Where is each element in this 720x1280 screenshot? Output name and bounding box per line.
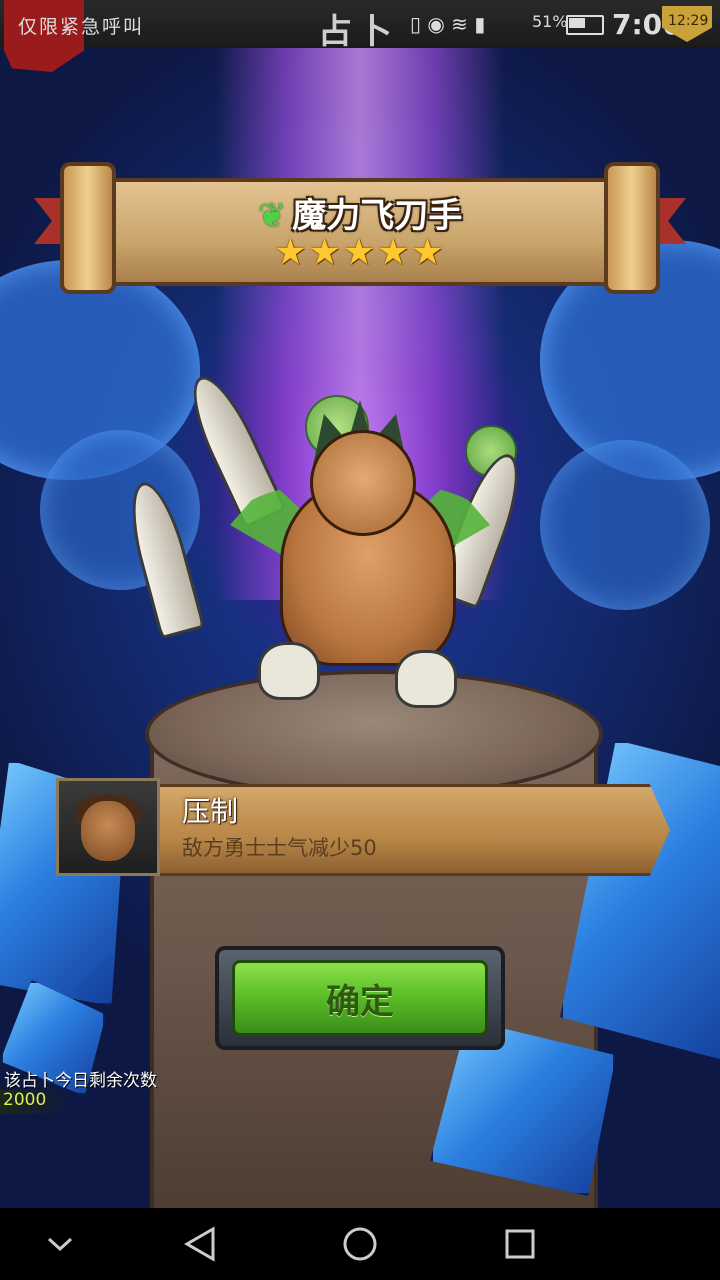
status-icons: ▯ ◉ ≋ ▮	[410, 12, 486, 36]
skill-panel: 压制 敌方勇士士气减少50	[56, 778, 670, 878]
confirm-button[interactable]: 确定	[232, 960, 488, 1036]
hero-name: 魔力飞刀手	[292, 196, 463, 236]
remaining-count-value: 2000	[0, 1090, 73, 1114]
skill-portrait	[56, 778, 160, 876]
cloud-mid-right	[540, 440, 710, 610]
home-button[interactable]	[320, 1208, 400, 1280]
leaf-icon: ❦	[257, 196, 287, 236]
chevron-down-icon	[47, 1237, 73, 1252]
recents-button[interactable]	[480, 1208, 560, 1280]
remaining-count-label: 该占卜今日剩余次数	[4, 1071, 157, 1091]
skull-right	[395, 650, 457, 708]
screen-title: 占卜	[318, 12, 398, 52]
clock-badge-text: 12:29	[668, 13, 709, 29]
back-icon	[183, 1226, 215, 1262]
battery-percent: 51%	[532, 12, 568, 31]
star-rating: ★★★★★	[274, 232, 446, 273]
recents-icon	[505, 1229, 535, 1259]
status-bar: 仅限紧急呼叫 占卜 ▯ ◉ ≋ ▮ 51% 7:06 12:29	[0, 0, 720, 72]
system-nav-bar	[0, 1208, 720, 1280]
back-button[interactable]	[160, 1208, 240, 1280]
hero-name-row: ❦ 魔力飞刀手	[60, 188, 660, 237]
skull-left	[258, 642, 320, 700]
hero-title-banner: ❦ 魔力飞刀手 ★★★★★	[34, 162, 686, 294]
battery-icon	[566, 15, 604, 35]
portrait-face	[81, 801, 135, 861]
home-icon	[343, 1227, 377, 1261]
skill-name: 压制	[182, 795, 239, 828]
hero-character	[120, 367, 550, 750]
emergency-call-text: 仅限紧急呼叫	[18, 16, 145, 38]
skill-description: 敌方勇士士气减少50	[182, 836, 377, 860]
collapse-button[interactable]	[20, 1208, 100, 1280]
hero-head	[310, 430, 416, 536]
